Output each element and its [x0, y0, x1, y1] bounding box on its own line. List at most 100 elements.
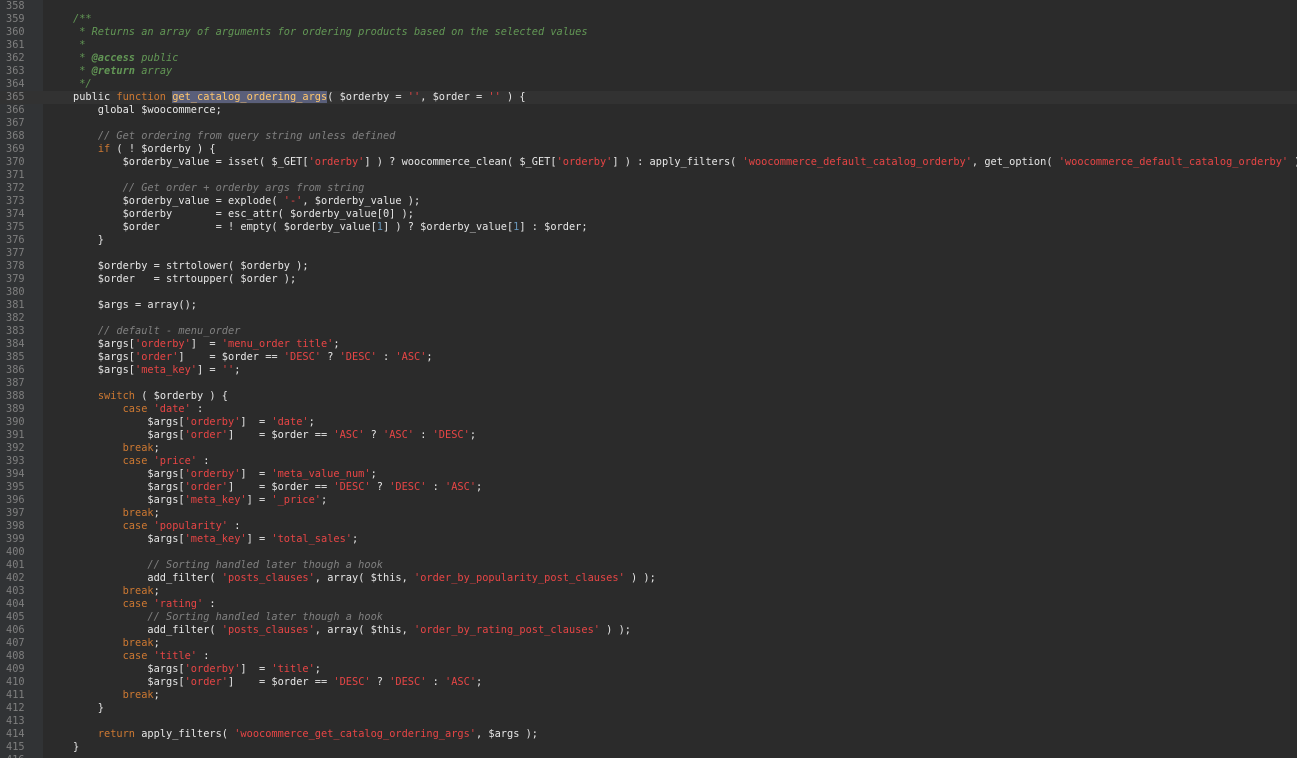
code-line[interactable]: 381 $args = array(); — [0, 299, 1297, 312]
code-token: ] = — [190, 338, 222, 350]
code-line[interactable]: 407 break; — [0, 637, 1297, 650]
line-number: 369 — [6, 143, 25, 155]
code-line[interactable]: 412 } — [0, 702, 1297, 715]
code-line[interactable]: 371 — [0, 169, 1297, 182]
code-token: ; — [308, 416, 315, 428]
code-line[interactable]: 394 $args['orderby'] = 'meta_value_num'; — [0, 468, 1297, 481]
code-line[interactable]: 398 case 'popularity' : — [0, 520, 1297, 533]
line-number: 380 — [6, 286, 25, 298]
code-line[interactable]: 375 $order = ! empty( $orderby_value[1] … — [0, 221, 1297, 234]
code-line[interactable]: 378 $orderby = strtolower( $orderby ); — [0, 260, 1297, 273]
code-token: 'total_sales' — [271, 533, 352, 545]
code-line[interactable]: 402 add_filter( 'posts_clauses', array( … — [0, 572, 1297, 585]
code-line[interactable]: 363 * @return array — [0, 65, 1297, 78]
code-line[interactable]: 367 — [0, 117, 1297, 130]
code-editor[interactable]: 358 359/** 360 * Returns an array of argum… — [0, 0, 1297, 758]
code-token: * — [73, 65, 92, 77]
code-token: ; — [370, 468, 377, 480]
code-line[interactable]: 401 // Sorting handled later though a ho… — [0, 559, 1297, 572]
code-line[interactable]: 384 $args['orderby'] = 'menu_order title… — [0, 338, 1297, 351]
code-line[interactable]: 399 $args['meta_key'] = 'total_sales'; — [0, 533, 1297, 546]
line-number: 407 — [6, 637, 25, 649]
code-token: ; — [153, 585, 160, 597]
code-token: $args[ — [73, 364, 135, 376]
code-token: ; — [153, 689, 160, 701]
code-line[interactable]: 395 $args['order'] = $order == 'DESC' ? … — [0, 481, 1297, 494]
code-line[interactable]: 369 if ( ! $orderby ) { — [0, 143, 1297, 156]
code-line[interactable]: 400 — [0, 546, 1297, 559]
code-line[interactable]: 360 * Returns an array of arguments for … — [0, 26, 1297, 39]
code-line[interactable]: 373 $orderby_value = explode( '-', $orde… — [0, 195, 1297, 208]
code-line[interactable]: 366 global $woocommerce; — [0, 104, 1297, 117]
code-token: add_filter( — [73, 572, 222, 584]
code-line[interactable]: 415} — [0, 741, 1297, 754]
code-text: break; — [73, 585, 160, 598]
code-line[interactable]: 383 // default - menu_order — [0, 325, 1297, 338]
code-line[interactable]: 364 */ — [0, 78, 1297, 91]
code-line[interactable]: 411 break; — [0, 689, 1297, 702]
code-line[interactable]: 408 case 'title' : — [0, 650, 1297, 663]
code-token: 'rating' — [153, 598, 204, 610]
code-token: $args[ — [73, 533, 185, 545]
code-token: ; — [153, 442, 160, 454]
code-line[interactable]: 368 // Get ordering from query string un… — [0, 130, 1297, 143]
code-line[interactable]: 390 $args['orderby'] = 'date'; — [0, 416, 1297, 429]
line-number: 392 — [6, 442, 25, 454]
code-line[interactable]: 397 break; — [0, 507, 1297, 520]
line-number: 375 — [6, 221, 25, 233]
code-line[interactable]: 403 break; — [0, 585, 1297, 598]
code-line[interactable]: 359 /** — [0, 13, 1297, 26]
code-line[interactable]: 406 add_filter( 'posts_clauses', array( … — [0, 624, 1297, 637]
line-number: 415 — [6, 741, 25, 753]
code-token: } — [73, 702, 104, 714]
code-text: case 'title' : — [73, 650, 210, 663]
code-line[interactable]: 410 $args['order'] = $order == 'DESC' ? … — [0, 676, 1297, 689]
code-line[interactable]: 362 * @access public — [0, 52, 1297, 65]
code-line[interactable]: 388 switch ( $orderby ) { — [0, 390, 1297, 403]
code-line[interactable]: 409 $args['orderby'] = 'title'; — [0, 663, 1297, 676]
code-token: * — [73, 52, 92, 64]
code-line[interactable]: 377 — [0, 247, 1297, 260]
code-line[interactable]: 393 case 'price' : — [0, 455, 1297, 468]
line-number: 398 — [6, 520, 25, 532]
code-line[interactable]: 416 — [0, 754, 1297, 758]
code-token: case — [122, 598, 154, 610]
code-token: 'meta_key' — [135, 364, 197, 376]
line-number: 376 — [6, 234, 25, 246]
code-line[interactable]: 382 — [0, 312, 1297, 325]
code-line[interactable]: 380 — [0, 286, 1297, 299]
code-line[interactable]: 413 — [0, 715, 1297, 728]
code-token: 'woocommerce_default_catalog_orderby' — [1058, 156, 1289, 168]
code-line[interactable]: 372 // Get order + orderby args from str… — [0, 182, 1297, 195]
code-token: 'DESC' — [333, 676, 371, 688]
code-line[interactable]: 396 $args['meta_key'] = '_price'; — [0, 494, 1297, 507]
code-area[interactable]: 358 359/** 360 * Returns an array of argum… — [0, 0, 1297, 758]
code-text: return apply_filters( 'woocommerce_get_c… — [73, 728, 538, 741]
code-line[interactable]: 365 public function get_catalog_ordering_… — [0, 91, 1297, 104]
code-token: $orderby = esc_attr( $orderby_value[0] )… — [73, 208, 414, 220]
code-token: '' — [221, 364, 235, 376]
code-token: : — [197, 650, 210, 662]
code-line[interactable]: 387 — [0, 377, 1297, 390]
code-text: /** — [73, 13, 92, 26]
code-line[interactable]: 414 return apply_filters( 'woocommerce_g… — [0, 728, 1297, 741]
code-line[interactable]: 405 // Sorting handled later though a ho… — [0, 611, 1297, 624]
code-line[interactable]: 376 } — [0, 234, 1297, 247]
code-line[interactable]: 379 $order = strtoupper( $order ); — [0, 273, 1297, 286]
code-token: 'meta_key' — [184, 533, 247, 545]
code-line[interactable]: 374 $orderby = esc_attr( $orderby_value[… — [0, 208, 1297, 221]
code-line[interactable]: 391 $args['order'] = $order == 'ASC' ? '… — [0, 429, 1297, 442]
code-line[interactable]: 385 $args['order'] = $order == 'DESC' ? … — [0, 351, 1297, 364]
code-line[interactable]: 358 — [0, 0, 1297, 13]
code-token: * Returns an array of arguments for orde… — [73, 26, 588, 38]
code-line[interactable]: 392 break; — [0, 442, 1297, 455]
code-token: : — [414, 429, 433, 441]
code-line[interactable]: 404 case 'rating' : — [0, 598, 1297, 611]
code-line[interactable]: 370 $orderby_value = isset( $_GET['order… — [0, 156, 1297, 169]
code-line[interactable]: 361 * — [0, 39, 1297, 52]
code-line[interactable]: 389 case 'date' : — [0, 403, 1297, 416]
code-line[interactable]: 386 $args['meta_key'] = ''; — [0, 364, 1297, 377]
line-number: 371 — [6, 169, 25, 181]
